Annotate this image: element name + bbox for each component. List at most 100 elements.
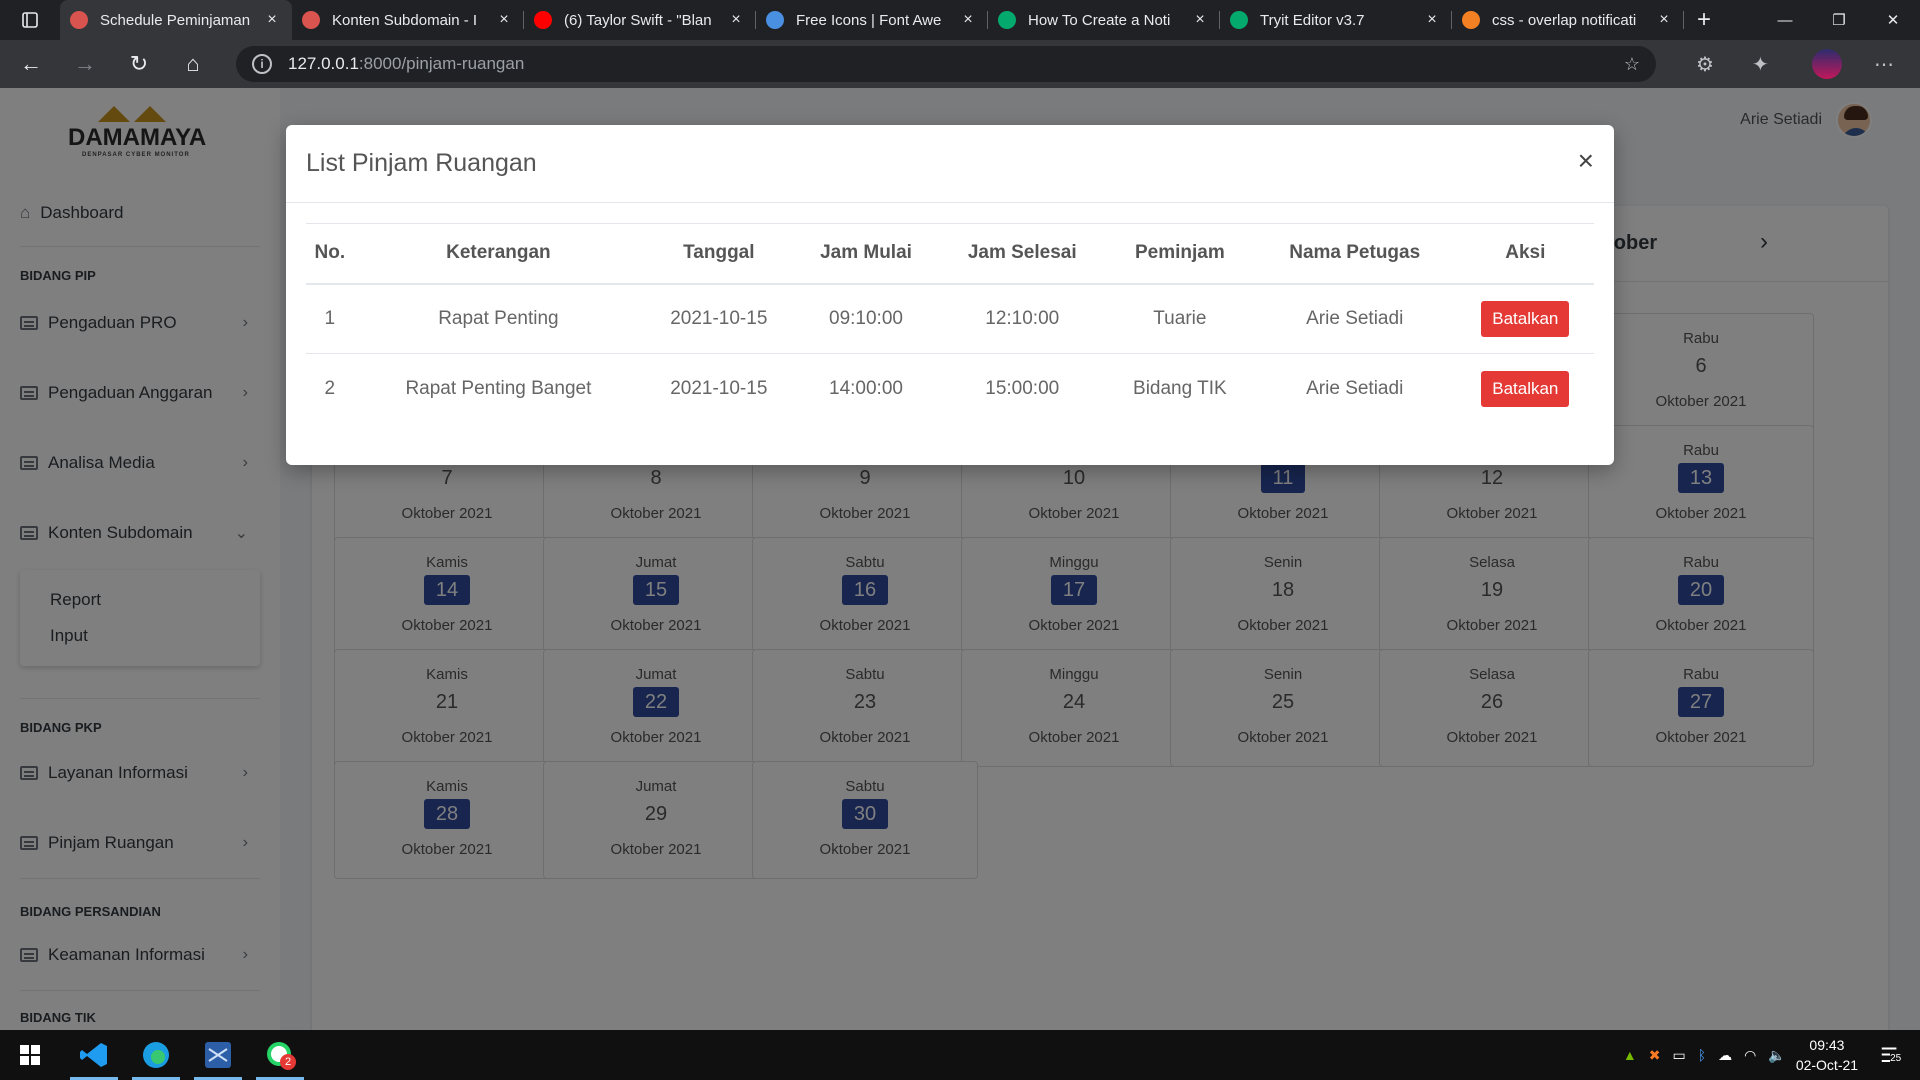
browser-tab[interactable]: Tryit Editor v3.7 × [1220, 0, 1452, 40]
tab-close-icon[interactable]: × [1654, 11, 1674, 29]
cell-keterangan: Rapat Penting [353, 283, 644, 354]
tab-title: Konten Subdomain - I [332, 11, 478, 29]
cell-aksi: Batalkan [1456, 283, 1594, 354]
reload-icon[interactable]: ↻ [116, 44, 162, 84]
table-column-header: Jam Mulai [794, 223, 938, 285]
restore-button[interactable]: ❐ [1812, 0, 1866, 40]
tab-favicon-icon [302, 11, 320, 29]
cell-peminjam: Tuarie [1106, 283, 1253, 354]
browser-tab[interactable]: Schedule Peminjaman × [60, 0, 292, 40]
tab-separator [1683, 11, 1684, 29]
close-icon[interactable]: × [1578, 145, 1594, 177]
cell-peminjam: Bidang TIK [1133, 377, 1227, 399]
xampp-icon[interactable]: ✖ [1649, 1047, 1661, 1064]
notification-icon[interactable]: ☰ 25 [1880, 1043, 1902, 1068]
browser-tab[interactable]: (6) Taylor Swift - "Blan × [524, 0, 756, 40]
profile-avatar[interactable] [1812, 40, 1842, 88]
tab-title: Free Icons | Font Awe [796, 11, 942, 29]
browser-menu-icon[interactable]: ⋯ [1874, 40, 1894, 88]
clock-time: 09:43 [1809, 1037, 1845, 1053]
extensions-puzzle-icon[interactable]: ✦ [1752, 40, 1769, 88]
browser-tab[interactable]: How To Create a Noti × [988, 0, 1220, 40]
clock-date: 02-Oct-21 [1795, 1057, 1859, 1073]
close-window-button[interactable]: ✕ [1866, 0, 1920, 40]
system-tray: ▲ ✖ ▭ ᛒ ☁ ◠ 🔈 09:43 02-Oct-21 ☰ 25 [1623, 1030, 1920, 1080]
clock[interactable]: 09:43 02-Oct-21 [1796, 1035, 1858, 1075]
minimize-button[interactable]: — [1758, 0, 1812, 40]
modal-header: List Pinjam Ruangan × [286, 125, 1614, 203]
cell-keterangan: Rapat Penting Banget [405, 377, 592, 399]
cell-selesai: 12:10:00 [937, 283, 1107, 354]
cell-tanggal: 2021-10-15 [643, 283, 795, 354]
vscode-icon[interactable] [64, 1030, 124, 1080]
tab-close-icon[interactable]: × [494, 11, 514, 29]
table-column-header: Aksi [1456, 223, 1594, 285]
table-column-header: Keterangan [353, 223, 644, 285]
tab-favicon-icon [70, 11, 88, 29]
favorite-star-icon[interactable]: ☆ [1624, 54, 1640, 75]
list-pinjam-modal: List Pinjam Ruangan × No. Keterangan Tangg… [286, 125, 1614, 465]
tab-title: Tryit Editor v3.7 [1260, 11, 1365, 29]
tab-title: How To Create a Noti [1028, 11, 1171, 29]
tab-title: Schedule Peminjaman [100, 11, 251, 29]
browser-tab[interactable]: css - overlap notificati × [1452, 0, 1684, 40]
browser-tab[interactable]: Free Icons | Font Awe × [756, 0, 988, 40]
tab-close-icon[interactable]: × [726, 11, 746, 29]
cell-mulai: 09:10:00 [794, 283, 938, 354]
onedrive-icon[interactable]: ☁ [1718, 1047, 1732, 1064]
pinjam-table: No. Keterangan Tanggal Jam Mulai Jam Selesai… [306, 223, 1594, 424]
tab-close-icon[interactable]: × [958, 11, 978, 29]
whatsapp-badge: 2 [280, 1054, 296, 1070]
tab-favicon-icon [998, 11, 1016, 29]
cell-mulai: 14:00:00 [829, 377, 903, 399]
whatsapp-icon[interactable]: 2 [250, 1030, 310, 1080]
cell-selesai: 15:00:00 [985, 377, 1060, 399]
app-icon[interactable] [188, 1030, 248, 1080]
wifi-icon[interactable]: ◠ [1744, 1047, 1756, 1064]
tab-close-icon[interactable]: × [1422, 11, 1442, 29]
new-tab-button[interactable]: + [1684, 6, 1724, 34]
taskbar: 2 ▲ ✖ ▭ ᛒ ☁ ◠ 🔈 09:43 02-Oct-21 ☰ 25 [0, 1030, 1920, 1080]
volume-icon[interactable]: 🔈 [1768, 1047, 1785, 1064]
cell-no: 2 [324, 377, 336, 399]
notification-count: 25 [1890, 1052, 1902, 1064]
table-row: 1 Rapat Penting 2021-10-15 09:10:00 12:10:00… [306, 283, 1594, 354]
tab-favicon-icon [766, 11, 784, 29]
extension-gear-icon[interactable]: ⚙ [1696, 40, 1714, 88]
nvidia-icon[interactable]: ▲ [1623, 1047, 1637, 1063]
tab-actions-icon[interactable] [0, 0, 60, 40]
edge-icon[interactable] [126, 1030, 186, 1080]
batalkan-button[interactable]: Batalkan [1481, 370, 1570, 407]
tab-favicon-icon [1230, 11, 1248, 29]
modal-title: List Pinjam Ruangan [306, 149, 537, 177]
tab-close-icon[interactable]: × [1190, 11, 1210, 29]
browser-toolbar: ← → ↻ ⌂ i 127.0.0.1:8000/pinjam-ruangan … [0, 40, 1920, 88]
tab-favicon-icon [1462, 11, 1480, 29]
cell-petugas: Arie Setiadi [1306, 377, 1404, 399]
tab-title: (6) Taylor Swift - "Blan [564, 11, 712, 29]
table-column-header: Tanggal [643, 223, 795, 285]
site-info-icon[interactable]: i [252, 54, 272, 74]
home-icon[interactable]: ⌂ [170, 44, 216, 84]
cell-tanggal: 2021-10-15 [670, 377, 768, 399]
table-column-header: Peminjam [1106, 223, 1253, 285]
tab-close-icon[interactable]: × [262, 11, 282, 29]
browser-tabbar: Schedule Peminjaman × Konten Subdomain - I… [0, 0, 1920, 40]
table-column-header: No. [306, 223, 354, 285]
bluetooth-icon[interactable]: ᛒ [1698, 1047, 1706, 1063]
batalkan-button[interactable]: Batalkan [1481, 300, 1570, 337]
table-row: 2 Rapat Penting Banget 2021-10-15 14:00:00 1… [306, 354, 1594, 424]
back-icon[interactable]: ← [8, 44, 54, 84]
windows-start-icon[interactable] [0, 1030, 60, 1080]
cell-no: 1 [306, 283, 354, 354]
table-column-header: Nama Petugas [1252, 223, 1457, 285]
browser-tab[interactable]: Konten Subdomain - I × [292, 0, 524, 40]
cell-petugas: Arie Setiadi [1252, 283, 1457, 354]
forward-icon[interactable]: → [62, 44, 108, 84]
cell-aksi: Batalkan [1457, 354, 1594, 424]
address-bar[interactable]: i 127.0.0.1:8000/pinjam-ruangan ☆ [236, 46, 1656, 82]
battery-icon[interactable]: ▭ [1673, 1047, 1686, 1064]
url-host: 127.0.0.1 [288, 54, 359, 73]
tab-title: css - overlap notificati [1492, 11, 1637, 29]
tab-favicon-icon [534, 11, 552, 29]
